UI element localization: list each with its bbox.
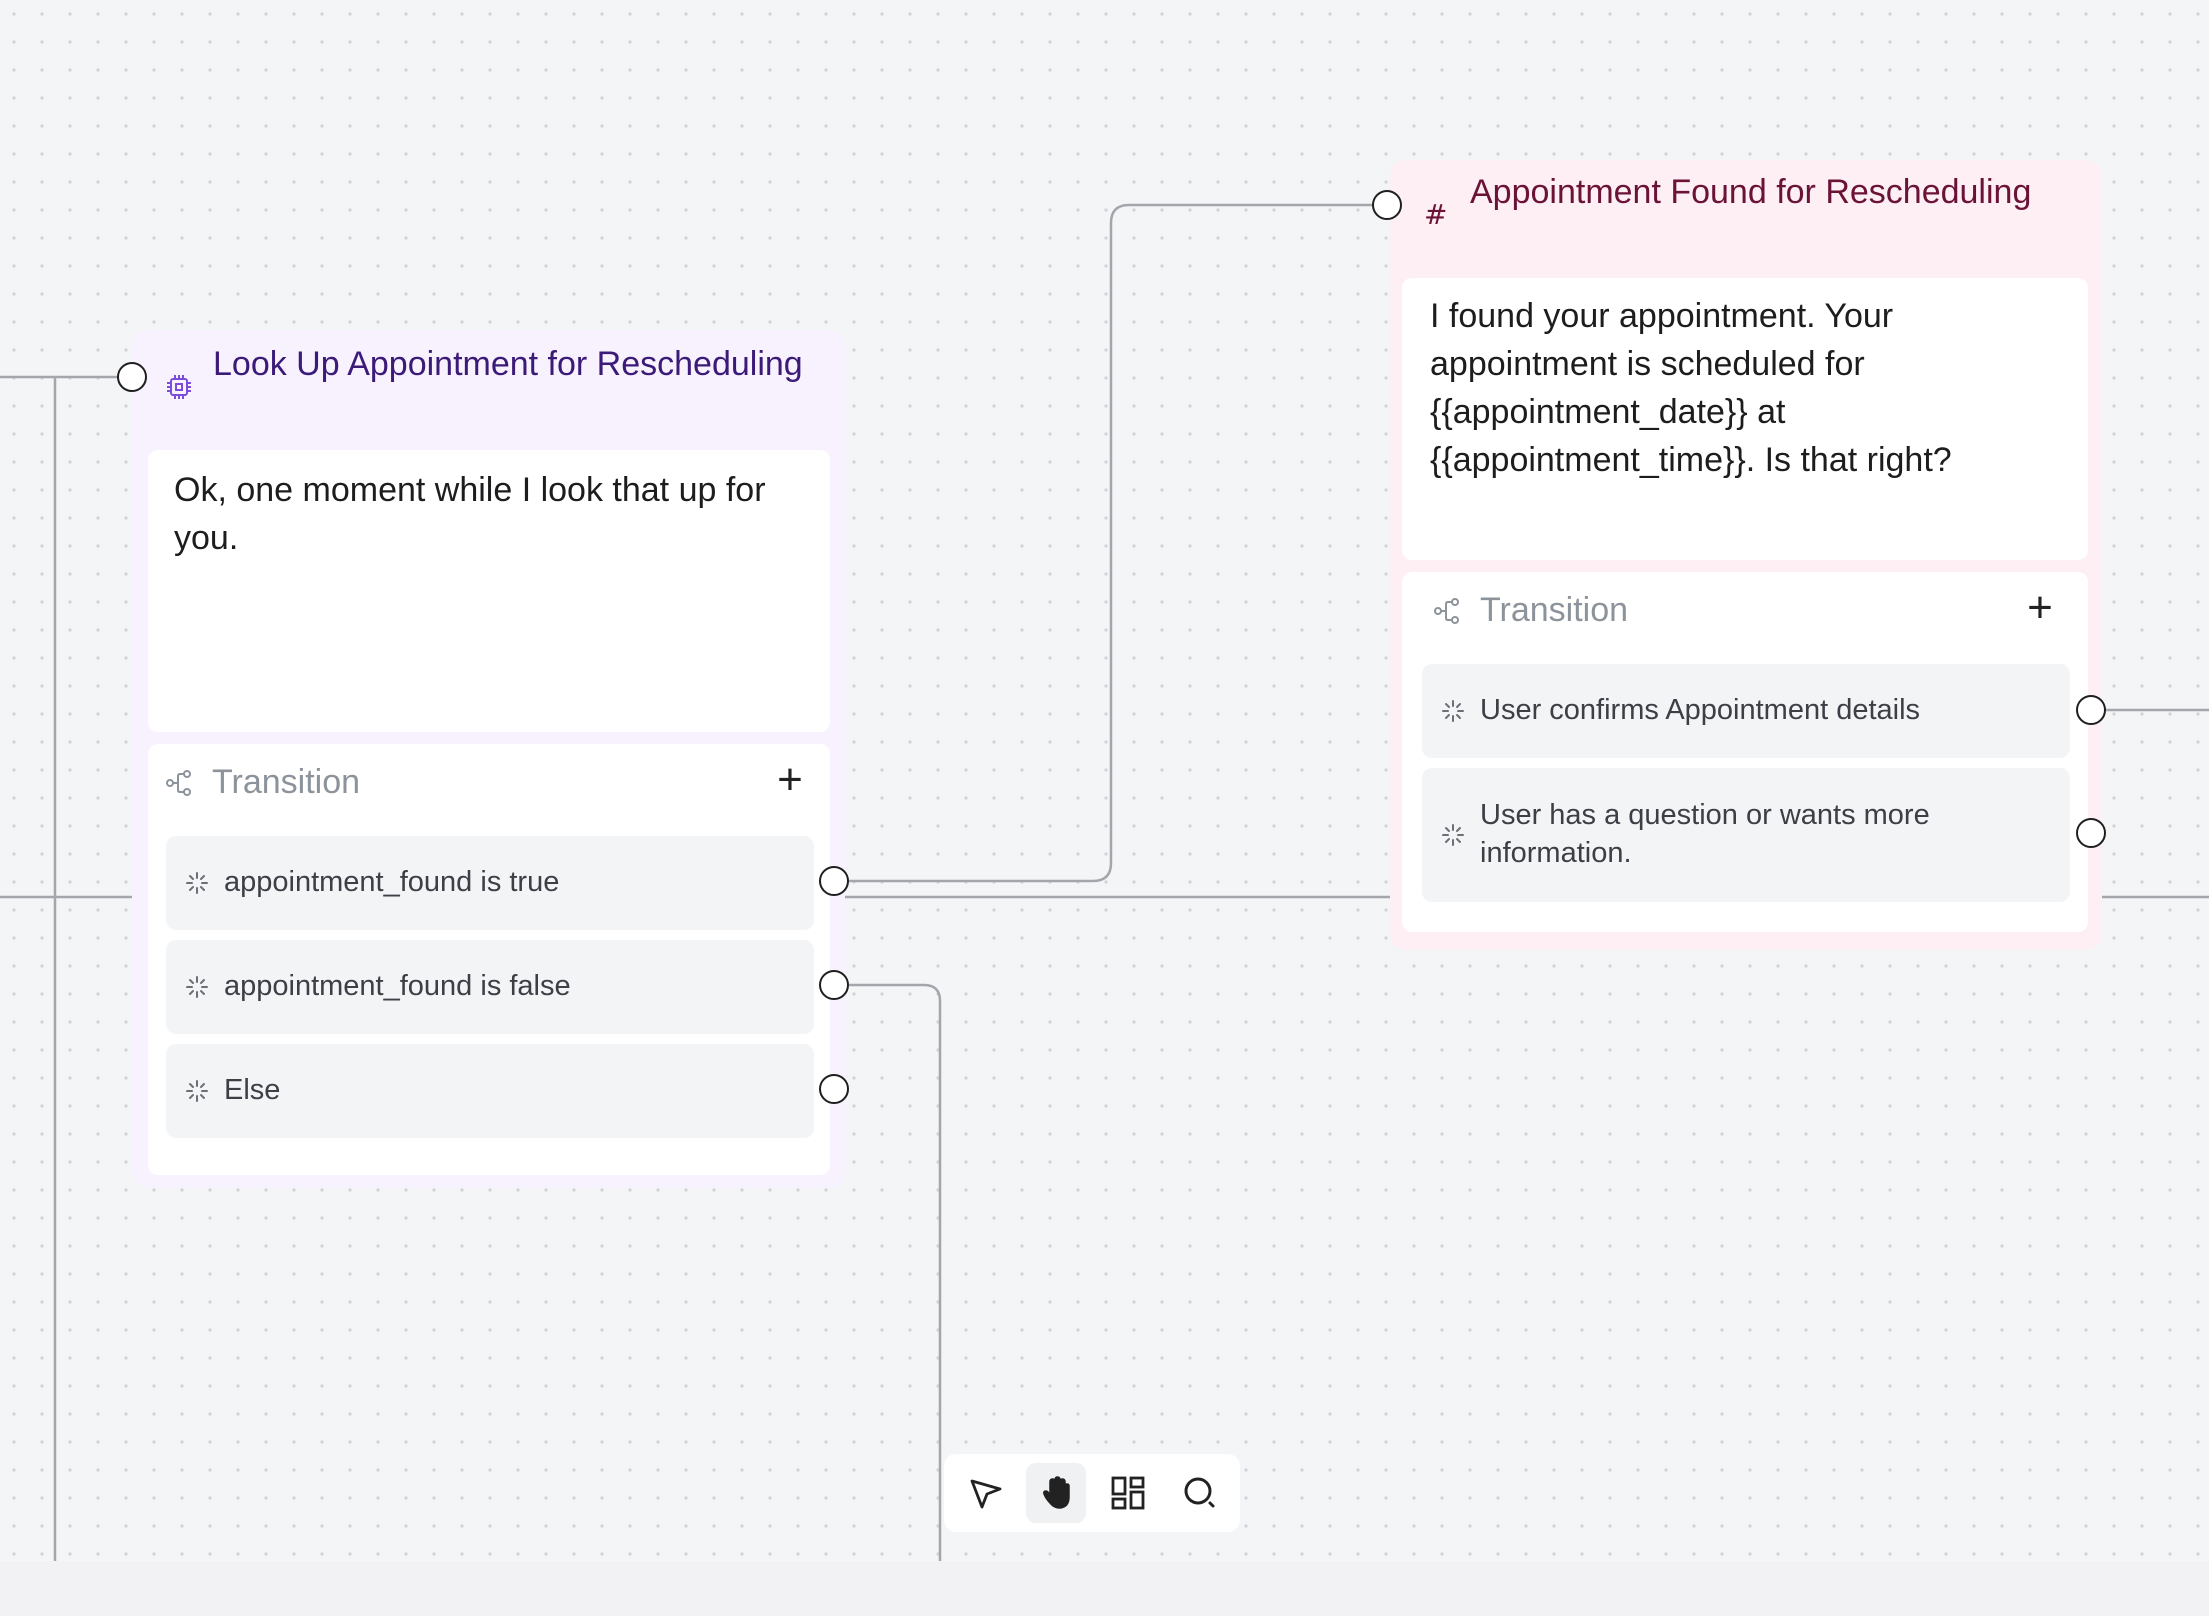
message-text: I found your appointment. Your appointme… <box>1430 297 1952 479</box>
search-tool-button[interactable] <box>1170 1463 1230 1523</box>
node-title: Appointment Found for Rescheduling <box>1470 173 2032 211</box>
handle-found-true[interactable] <box>819 866 849 896</box>
branch-icon <box>166 770 191 796</box>
sparkle-icon <box>186 1080 208 1102</box>
branch-icon <box>1434 598 1459 624</box>
node-header[interactable]: Look Up Appointment for Rescheduling <box>132 330 845 450</box>
transition-header: Transition + <box>148 744 830 820</box>
sparkle-icon <box>186 976 208 998</box>
pan-tool-button[interactable] <box>1026 1463 1086 1523</box>
handle-found-false[interactable] <box>819 970 849 1000</box>
condition-text: User has a question or wants more inform… <box>1480 799 1930 869</box>
condition-item[interactable]: appointment_found is true <box>166 836 814 930</box>
condition-item[interactable]: appointment_found is false <box>166 940 814 1034</box>
condition-item[interactable]: User has a question or wants more inform… <box>1422 768 2070 902</box>
sparkle-icon <box>1442 700 1464 722</box>
plus-icon[interactable]: + <box>2020 586 2060 630</box>
search-icon <box>1184 1477 1215 1508</box>
hand-icon <box>1043 1476 1070 1509</box>
transition-header: Transition + <box>1402 572 2088 648</box>
message-box[interactable]: I found your appointment. Your appointme… <box>1402 278 2088 560</box>
select-tool-button[interactable] <box>956 1463 1016 1523</box>
plus-icon[interactable]: + <box>770 758 810 802</box>
handle-user-confirms[interactable] <box>2076 695 2106 725</box>
transition-label: Transition <box>212 763 361 801</box>
canvas-footer <box>0 1561 2209 1616</box>
handle-else[interactable] <box>819 1074 849 1104</box>
node-lookup-appointment[interactable]: Look Up Appointment for Rescheduling Ok,… <box>132 330 845 1188</box>
condition-text: Else <box>224 1074 281 1106</box>
sparkle-icon <box>1442 824 1464 846</box>
message-text: Ok, one moment while I look that up for … <box>174 471 766 557</box>
node-title: Look Up Appointment for Rescheduling <box>213 345 803 383</box>
chip-icon <box>167 375 191 399</box>
condition-text: appointment_found is true <box>224 866 560 898</box>
handle-found-input[interactable] <box>1372 190 1402 220</box>
transition-label: Transition <box>1480 591 1629 629</box>
grid-layout-icon <box>1111 1476 1145 1510</box>
sparkle-icon <box>186 872 208 894</box>
cursor-arrow-icon <box>970 1479 1002 1509</box>
condition-text: User confirms Appointment details <box>1480 694 1921 726</box>
node-appointment-found[interactable]: Appointment Found for Rescheduling I fou… <box>1390 160 2102 950</box>
handle-user-question[interactable] <box>2076 818 2106 848</box>
condition-item[interactable]: User confirms Appointment details <box>1422 664 2070 758</box>
edge-found-false-down <box>849 983 942 1561</box>
canvas-toolbar <box>944 1454 1240 1532</box>
condition-item[interactable]: Else <box>166 1044 814 1138</box>
handle-lookup-input[interactable] <box>117 362 147 392</box>
edge-found-true-to-found-node <box>849 203 1373 883</box>
node-header[interactable]: Appointment Found for Rescheduling <box>1390 160 2102 280</box>
transition-panel: Transition + appointment_found is true a… <box>148 744 830 1175</box>
message-box[interactable]: Ok, one moment while I look that up for … <box>148 450 830 732</box>
condition-text: appointment_found is false <box>224 970 571 1002</box>
transition-panel: Transition + User confirms Appointment d… <box>1402 572 2088 932</box>
hash-icon: # <box>1424 198 1448 231</box>
layout-tool-button[interactable] <box>1098 1463 1158 1523</box>
